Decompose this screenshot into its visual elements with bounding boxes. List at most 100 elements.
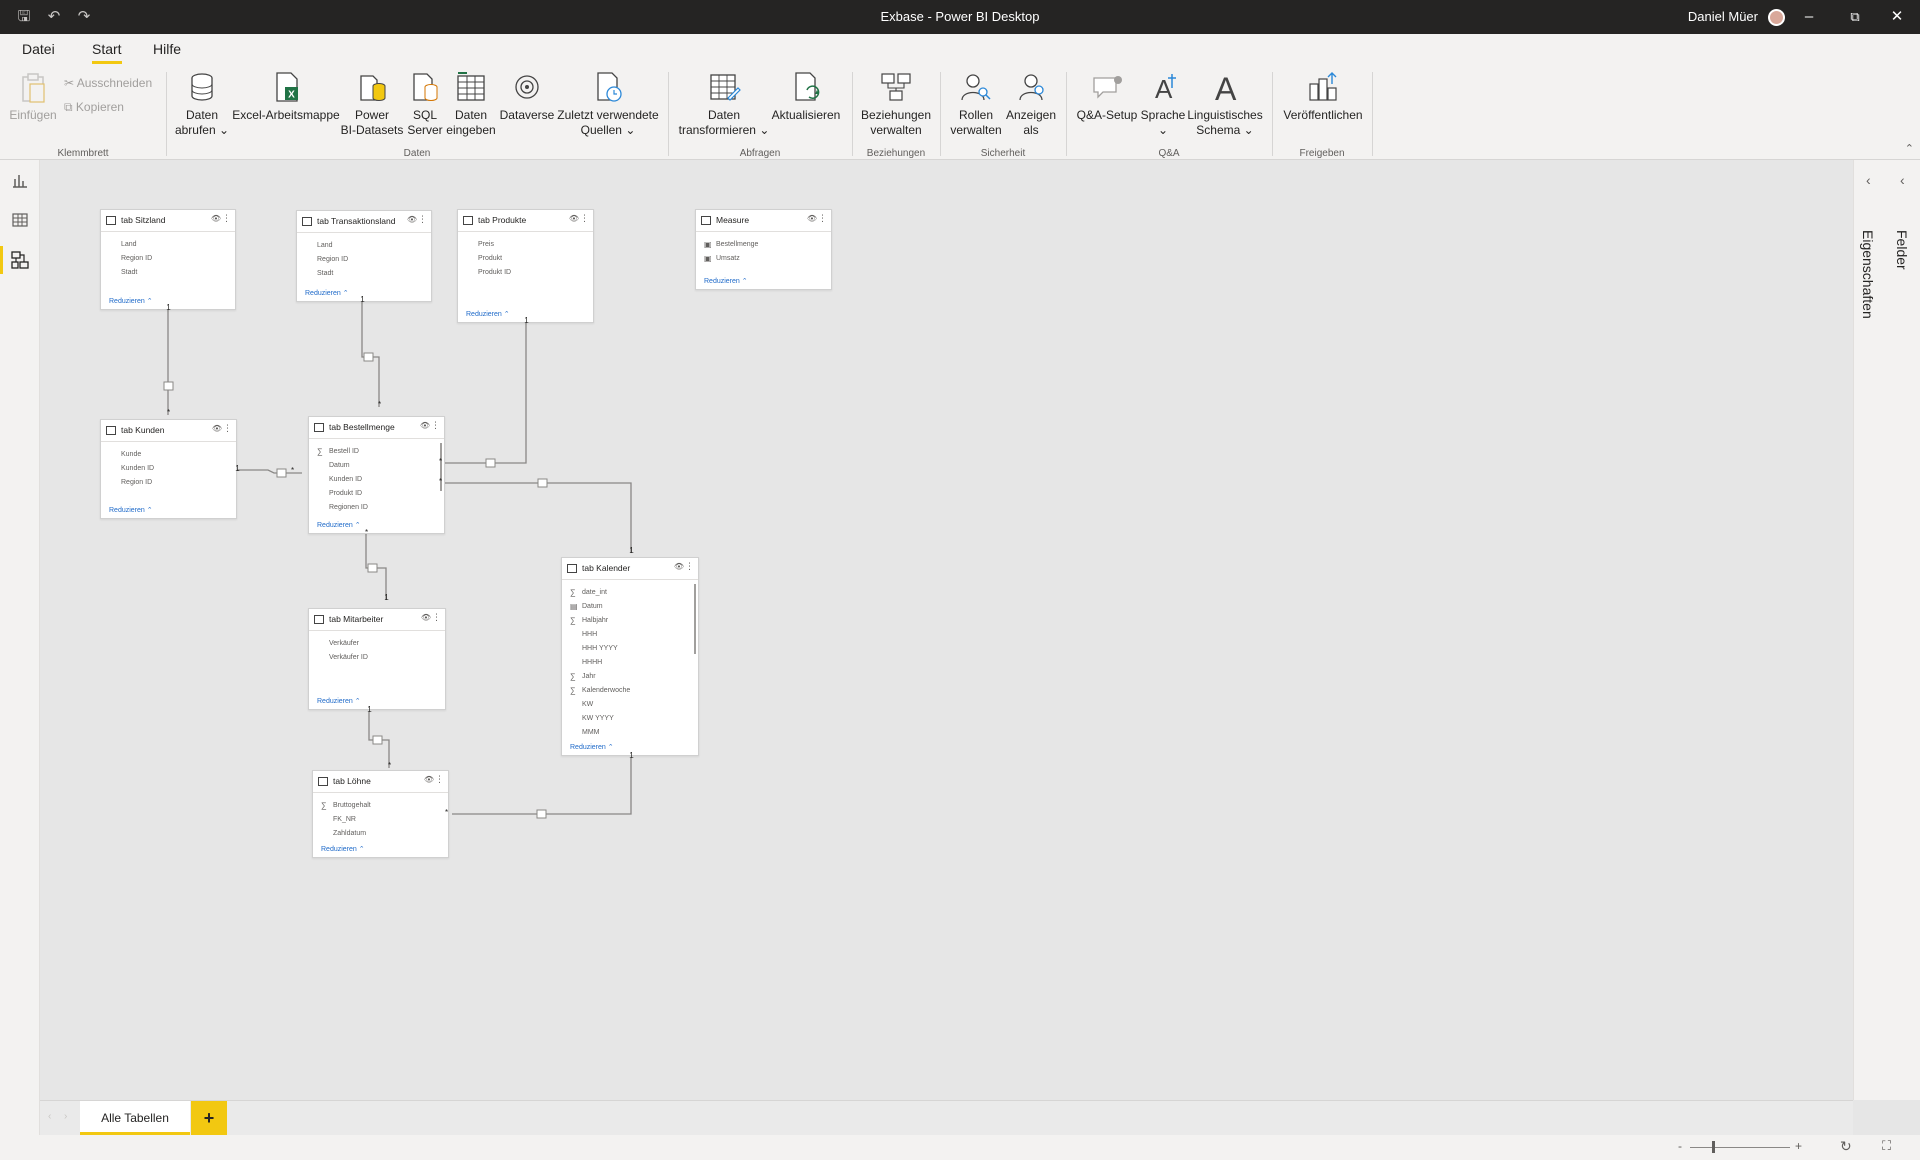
table-header[interactable]: Measure 👁 ⋮ (696, 210, 831, 232)
add-page-button[interactable]: + (191, 1101, 227, 1135)
field-item[interactable]: ∑ Bruttogehalt (313, 799, 448, 813)
report-view-button[interactable] (0, 162, 40, 198)
collapse-link[interactable]: Reduzieren ⌃ (109, 297, 153, 305)
more-options-icon[interactable]: ⋮ (818, 213, 827, 224)
copy-button[interactable]: ⧉ Kopieren (64, 100, 124, 115)
field-item[interactable]: Region ID (101, 252, 235, 266)
table-header[interactable]: tab Transaktionsland 👁 ⋮ (297, 211, 431, 233)
eye-icon[interactable]: 👁 (569, 214, 579, 223)
field-item[interactable]: HHHH (562, 656, 698, 670)
user-name[interactable]: Daniel Müer (1688, 9, 1758, 24)
zoom-out-button[interactable]: - (1678, 1139, 1682, 1153)
field-item[interactable]: Region ID (101, 476, 236, 490)
field-item[interactable]: Regionen ID (309, 501, 444, 515)
cut-button[interactable]: ✂ Ausschneiden (64, 76, 152, 90)
field-item[interactable]: Land (297, 239, 431, 253)
fit-to-page-icon[interactable]: ⛶ (1882, 1138, 1891, 1154)
field-item[interactable]: Verkäufer (309, 637, 445, 651)
field-item[interactable]: Datum (309, 459, 444, 473)
table-card-mitarbeiter[interactable]: tab Mitarbeiter 👁 ⋮ Verkäufer Verkäufer ID Re… (308, 608, 446, 710)
field-item[interactable]: Verkäufer ID (309, 651, 445, 665)
recent-sources-button[interactable]: Zuletzt verwendete Quellen ⌄ (556, 68, 660, 138)
field-item[interactable]: HHH (562, 628, 698, 642)
field-item[interactable]: ▣ Bestellmenge (696, 238, 831, 252)
model-canvas[interactable]: tab Sitzland 👁 ⋮ Land Region ID Stadt Reduzier… (40, 160, 1853, 1100)
eye-icon[interactable]: 👁 (420, 421, 430, 430)
table-card-bestellmenge[interactable]: tab Bestellmenge 👁 ⋮ ∑ Bestell ID Datum Kunden… (308, 416, 445, 534)
scrollbar[interactable] (694, 584, 696, 654)
chevron-left-icon[interactable]: ‹ (1866, 172, 1871, 188)
field-item[interactable]: Zahldatum (313, 827, 448, 841)
field-item[interactable]: KW (562, 698, 698, 712)
table-card-kalender[interactable]: tab Kalender 👁 ⋮ ∑ date_int ▤ Datum ∑ Halbjahr HH… (561, 557, 699, 756)
view-as-button[interactable]: Anzeigen als (1002, 68, 1060, 138)
more-options-icon[interactable]: ⋮ (432, 612, 441, 623)
field-item[interactable]: ∑ Kalenderwoche (562, 684, 698, 698)
refresh-button[interactable]: Aktualisieren (770, 68, 842, 123)
fields-pane-label[interactable]: Felder (1894, 230, 1910, 270)
field-item[interactable]: Produkt (458, 252, 593, 266)
field-item[interactable]: ▤ Datum (562, 600, 698, 614)
field-item[interactable]: ∑ Bestell ID (309, 445, 444, 459)
more-options-icon[interactable]: ⋮ (431, 420, 440, 431)
field-item[interactable]: Kunden ID (309, 473, 444, 487)
field-item[interactable]: KW YYYY (562, 712, 698, 726)
zoom-in-button[interactable]: + (1795, 1139, 1802, 1153)
more-options-icon[interactable]: ⋮ (685, 561, 694, 572)
collapse-link[interactable]: Reduzieren ⌃ (109, 506, 153, 514)
field-item[interactable]: FK_NR (313, 813, 448, 827)
field-item[interactable]: Kunde (101, 448, 236, 462)
field-item[interactable]: Land (101, 238, 235, 252)
language-button[interactable]: A Sprache ⌄ (1140, 68, 1186, 138)
field-item[interactable]: ∑ Halbjahr (562, 614, 698, 628)
manage-relationships-button[interactable]: Beziehungen verwalten (858, 68, 934, 138)
publish-button[interactable]: Veröffentlichen (1280, 68, 1366, 123)
table-header[interactable]: tab Kalender 👁 ⋮ (562, 558, 698, 580)
zoom-slider[interactable] (1690, 1147, 1790, 1148)
eye-icon[interactable]: 👁 (424, 775, 434, 784)
field-item[interactable]: HHH YYYY (562, 642, 698, 656)
close-icon[interactable]: ✕ (1874, 0, 1920, 34)
collapse-link[interactable]: Reduzieren ⌃ (305, 289, 349, 297)
pbi-datasets-button[interactable]: Power BI-Datasets (340, 68, 404, 138)
collapse-link[interactable]: Reduzieren ⌃ (704, 277, 748, 285)
eye-icon[interactable]: 👁 (212, 424, 222, 433)
transform-data-button[interactable]: Daten transformieren ⌄ (676, 68, 772, 138)
tab-hilfe[interactable]: Hilfe (153, 41, 181, 57)
eye-icon[interactable]: 👁 (421, 613, 431, 622)
more-options-icon[interactable]: ⋮ (418, 214, 427, 225)
collapse-link[interactable]: Reduzieren ⌃ (317, 521, 361, 529)
table-card-loehne[interactable]: tab Löhne 👁 ⋮ ∑ Bruttogehalt FK_NR Zahldatum Re… (312, 770, 449, 858)
table-header[interactable]: tab Löhne 👁 ⋮ (313, 771, 448, 793)
table-card-produkte[interactable]: tab Produkte 👁 ⋮ Preis Produkt Produkt ID Redu… (457, 209, 594, 323)
field-item[interactable]: Produkt ID (309, 487, 444, 501)
avatar[interactable] (1768, 9, 1785, 26)
paste-button[interactable]: Einfügen (8, 68, 58, 123)
field-item[interactable]: Region ID (297, 253, 431, 267)
table-header[interactable]: tab Sitzland 👁 ⋮ (101, 210, 235, 232)
chevron-right-icon[interactable]: › (64, 1111, 67, 1122)
collapse-link[interactable]: Reduzieren ⌃ (317, 697, 361, 705)
field-item[interactable]: MMM (562, 726, 698, 740)
model-view-button[interactable] (0, 242, 40, 278)
more-options-icon[interactable]: ⋮ (222, 213, 231, 224)
dataverse-button[interactable]: Dataverse (498, 68, 556, 123)
collapse-link[interactable]: Reduzieren ⌃ (466, 310, 510, 318)
data-view-button[interactable] (0, 202, 40, 238)
table-card-measure[interactable]: Measure 👁 ⋮ ▣ Bestellmenge ▣ Umsatz Reduzieren … (695, 209, 832, 290)
field-item[interactable]: Stadt (297, 267, 431, 281)
enter-data-button[interactable]: Daten eingeben (446, 68, 496, 138)
more-options-icon[interactable]: ⋮ (223, 423, 232, 434)
field-item[interactable]: Produkt ID (458, 266, 593, 280)
table-card-kunden[interactable]: tab Kunden 👁 ⋮ Kunde Kunden ID Region ID Reduz… (100, 419, 237, 519)
collapse-link[interactable]: Reduzieren ⌃ (321, 845, 365, 853)
field-item[interactable]: ∑ date_int (562, 586, 698, 600)
field-item[interactable]: Stadt (101, 266, 235, 280)
manage-roles-button[interactable]: Rollen verwalten (946, 68, 1006, 138)
get-data-button[interactable]: Daten abrufen ⌄ (172, 68, 232, 138)
more-options-icon[interactable]: ⋮ (580, 213, 589, 224)
reset-layout-icon[interactable]: ↻ (1840, 1138, 1852, 1155)
linguistic-schema-button[interactable]: A Linguistisches Schema ⌄ (1186, 68, 1264, 138)
table-header[interactable]: tab Produkte 👁 ⋮ (458, 210, 593, 232)
more-options-icon[interactable]: ⋮ (435, 774, 444, 785)
